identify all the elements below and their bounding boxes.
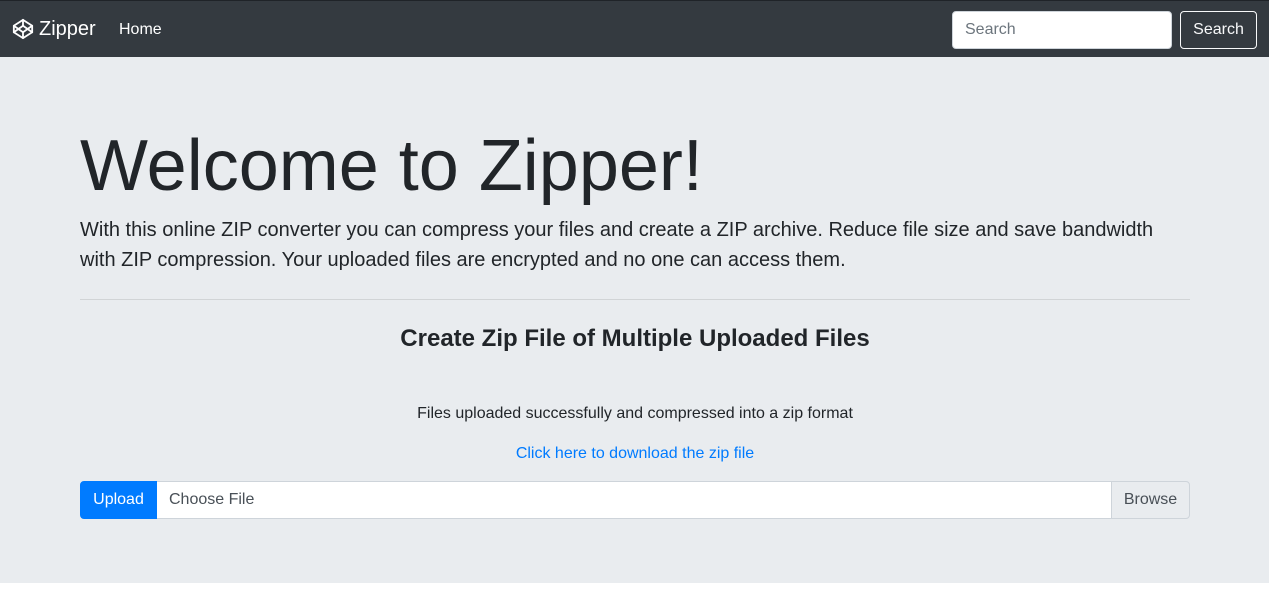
browse-button[interactable]: Browse (1111, 481, 1190, 519)
search-button[interactable]: Search (1180, 11, 1257, 49)
brand-label: Zipper (39, 18, 96, 40)
nav-link-home[interactable]: Home (119, 19, 162, 41)
divider (80, 299, 1190, 300)
download-zip-link[interactable]: Click here to download the zip file (516, 445, 754, 462)
section-heading: Create Zip File of Multiple Uploaded Fil… (400, 325, 870, 352)
file-chooser-field[interactable]: Choose File (157, 481, 1111, 519)
codepen-icon (12, 18, 34, 40)
download-link-container: Click here to download the zip file (80, 443, 1190, 465)
brand-link[interactable]: Zipper (12, 15, 96, 43)
upload-button[interactable]: Upload (80, 481, 157, 519)
status-message: Files uploaded successfully and compress… (417, 405, 853, 422)
top-navbar: Zipper Home Search (0, 0, 1269, 57)
hero-jumbotron: Welcome to Zipper! With this online ZIP … (0, 57, 1269, 583)
page-title: Welcome to Zipper! (80, 126, 703, 206)
upload-input-group: Upload Choose File Browse (80, 481, 1190, 519)
hero-lead-text: With this online ZIP converter you can c… (80, 219, 1154, 271)
search-input[interactable] (952, 11, 1172, 49)
